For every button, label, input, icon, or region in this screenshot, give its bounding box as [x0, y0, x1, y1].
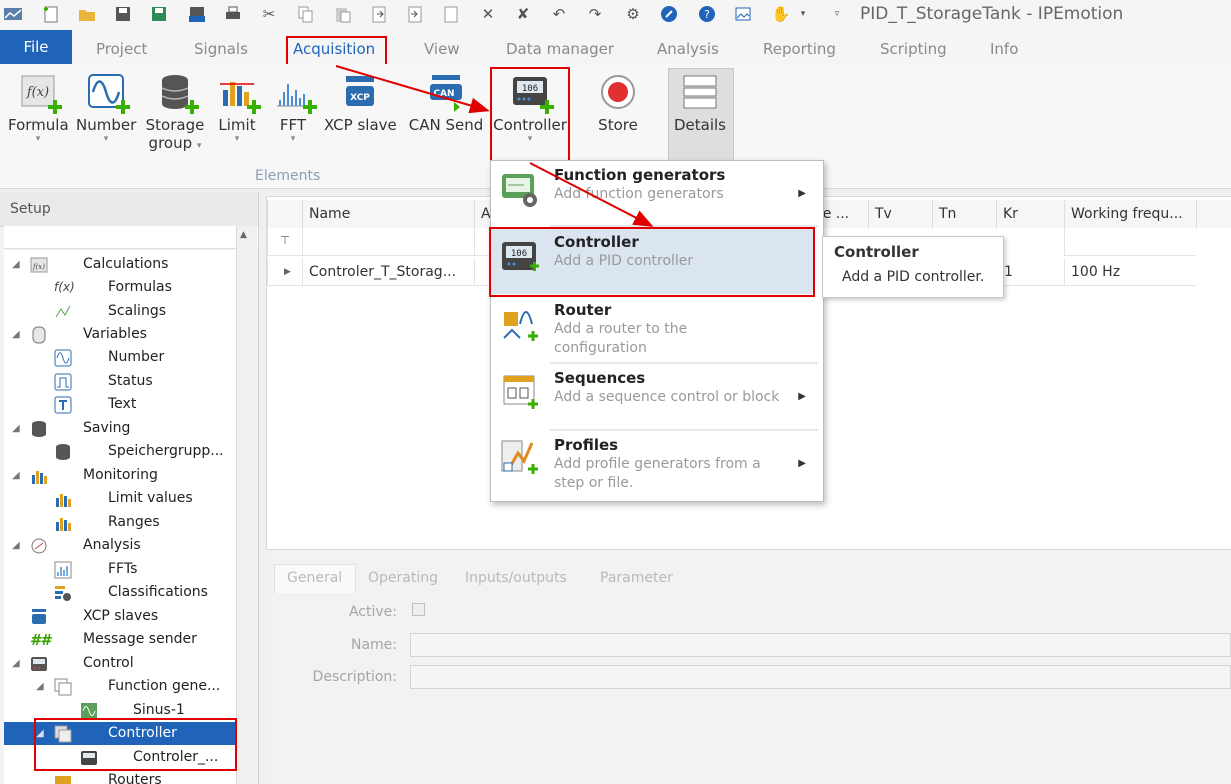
arrow-acquisition-to-controller — [335, 65, 490, 114]
annotation-arrows — [335, 65, 654, 227]
arrow-controller-to-menu — [529, 162, 654, 227]
